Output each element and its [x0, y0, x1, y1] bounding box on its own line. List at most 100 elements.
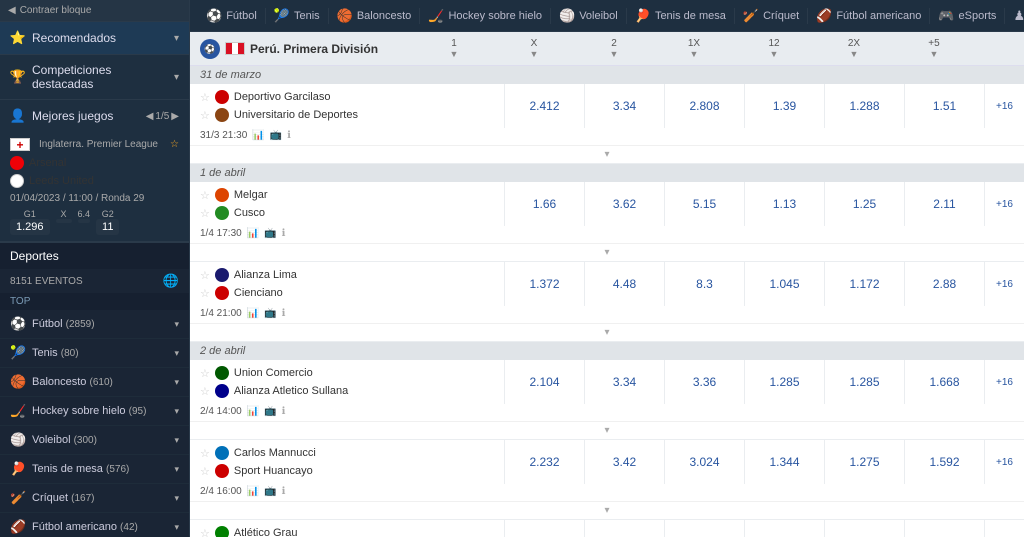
fav-star-icon[interactable]: ☆	[170, 139, 179, 150]
globe-icon[interactable]: 🌐	[163, 273, 179, 289]
nav-item-ajedrez[interactable]: ♟Ajedrez	[1005, 8, 1024, 24]
collapse-button[interactable]: ◀ Contraer bloque	[0, 0, 189, 22]
featured-odds-x[interactable]: X	[56, 209, 72, 235]
odds-cell[interactable]: 1.205	[824, 520, 904, 537]
tv-icon[interactable]: 📺	[264, 308, 276, 319]
more-odds-cell[interactable]: +16	[984, 262, 1024, 306]
fav-star-icon[interactable]: ☆	[200, 465, 210, 478]
info-icon[interactable]: ℹ	[282, 406, 286, 417]
tv-icon[interactable]: 📺	[270, 130, 282, 141]
tv-icon[interactable]: 📺	[264, 486, 276, 497]
odds-cell[interactable]: 3.024	[664, 440, 744, 484]
nav-item-tenis[interactable]: 🎾Tenis	[266, 8, 329, 24]
expand-row[interactable]: ▾	[190, 243, 1024, 261]
sidebar-item-fútbol[interactable]: ⚽ Fútbol (2859) ▾	[0, 310, 189, 339]
odds-cell[interactable]: 8.3	[664, 262, 744, 306]
expand-row[interactable]: ▾	[190, 323, 1024, 341]
odds-cell[interactable]: 1.66	[504, 182, 584, 226]
odds-cell[interactable]: 2.412	[504, 84, 584, 128]
nav-item-fútbol[interactable]: ⚽Fútbol	[198, 8, 266, 24]
pagination-arrows[interactable]: ◀ 1/5 ▶	[146, 111, 179, 122]
odds-cell[interactable]: 2.104	[504, 360, 584, 404]
fav-star-icon[interactable]: ☆	[200, 91, 210, 104]
sidebar-item-mejores[interactable]: 👤 Mejores juegos ◀ 1/5 ▶	[0, 100, 189, 132]
expand-row[interactable]: ▾	[190, 501, 1024, 519]
odds-cell[interactable]: 1.344	[744, 440, 824, 484]
nav-item-tenis-de-mesa[interactable]: 🏓Tenis de mesa	[627, 8, 735, 24]
fav-star-icon[interactable]: ☆	[200, 287, 210, 300]
sidebar-item-baloncesto[interactable]: 🏀 Baloncesto (610) ▾	[0, 368, 189, 397]
expand-row[interactable]: ▾	[190, 421, 1024, 439]
featured-odds-g1[interactable]: G1 1.296	[10, 209, 50, 235]
sidebar-item-fútbol-americano[interactable]: 🏈 Fútbol americano (42) ▾	[0, 513, 189, 537]
sidebar-item-hockey-sobre-hielo[interactable]: 🏒 Hockey sobre hielo (95) ▾	[0, 397, 189, 426]
chart-icon[interactable]: 📊	[252, 130, 264, 141]
sidebar-item-competiciones[interactable]: 🏆 Competiciones destacadas ▾	[0, 55, 189, 99]
sidebar-item-tenis-de-mesa[interactable]: 🏓 Tenis de mesa (576) ▾	[0, 455, 189, 484]
odds-cell[interactable]: 4.04	[584, 520, 664, 537]
odds-cell[interactable]: 2.11	[904, 182, 984, 226]
odds-cell[interactable]: 1.045	[744, 262, 824, 306]
fav-star-icon[interactable]: ☆	[200, 189, 210, 202]
odds-cell[interactable]: 2.88	[904, 262, 984, 306]
tv-icon[interactable]: 📺	[264, 228, 276, 239]
tv-icon[interactable]: 📺	[264, 406, 276, 417]
chart-icon[interactable]: 📊	[247, 228, 259, 239]
odds-cell[interactable]: 5.15	[664, 182, 744, 226]
expand-row[interactable]: ▾	[190, 145, 1024, 163]
fav-star-icon[interactable]: ☆	[200, 367, 210, 380]
chart-icon[interactable]: 📊	[247, 486, 259, 497]
info-icon[interactable]: ℹ	[282, 486, 286, 497]
nav-item-críquet[interactable]: 🏏Críquet	[735, 8, 808, 24]
odds-cell[interactable]: 1.668	[904, 360, 984, 404]
more-odds-cell[interactable]: +16	[984, 182, 1024, 226]
odds-cell[interactable]: 1.285	[824, 360, 904, 404]
nav-item-hockey-sobre-hielo[interactable]: 🏒Hockey sobre hielo	[420, 8, 551, 24]
chart-icon[interactable]: 📊	[247, 406, 259, 417]
sidebar-item-críquet[interactable]: 🏏 Críquet (167) ▾	[0, 484, 189, 513]
sidebar-item-tenis[interactable]: 🎾 Tenis (80) ▾	[0, 339, 189, 368]
odds-cell[interactable]: 1.275	[824, 440, 904, 484]
odds-cell[interactable]: 1.51	[904, 84, 984, 128]
odds-cell[interactable]: 1.285	[744, 360, 824, 404]
odds-cell[interactable]: 1.13	[744, 182, 824, 226]
nav-item-baloncesto[interactable]: 🏀Baloncesto	[329, 8, 421, 24]
more-odds-cell[interactable]: +16	[984, 440, 1024, 484]
odds-cell[interactable]: 4.48	[584, 262, 664, 306]
odds-cell[interactable]: 1.592	[904, 440, 984, 484]
odds-cell[interactable]: 1.372	[504, 262, 584, 306]
fav-star-icon[interactable]: ☆	[200, 109, 210, 122]
odds-cell[interactable]: 3.42	[584, 440, 664, 484]
odds-cell[interactable]: 1.11	[744, 520, 824, 537]
nav-item-fútbol-americano[interactable]: 🏈Fútbol americano	[808, 8, 930, 24]
odds-cell[interactable]: 1.542	[504, 520, 584, 537]
nav-item-voleibol[interactable]: 🏐Voleibol	[551, 8, 627, 24]
odds-cell[interactable]: 3.36	[664, 360, 744, 404]
featured-odds-g2[interactable]: G2 11	[96, 209, 119, 235]
odds-cell[interactable]: 1.25	[824, 182, 904, 226]
featured-odds-draw[interactable]: 6.4	[78, 209, 91, 235]
more-odds-cell[interactable]: +16	[984, 520, 1024, 537]
chart-icon[interactable]: 📊	[247, 308, 259, 319]
odds-cell[interactable]: 1.288	[824, 84, 904, 128]
fav-star-icon[interactable]: ☆	[200, 269, 210, 282]
odds-cell[interactable]: 5.7	[664, 520, 744, 537]
sidebar-item-voleibol[interactable]: 🏐 Voleibol (300) ▾	[0, 426, 189, 455]
info-icon[interactable]: ℹ	[282, 308, 286, 319]
fav-star-icon[interactable]: ☆	[200, 527, 210, 537]
more-odds-cell[interactable]: +16	[984, 84, 1024, 128]
odds-cell[interactable]: 2.232	[504, 440, 584, 484]
info-icon[interactable]: ℹ	[282, 228, 286, 239]
odds-cell[interactable]: 1.172	[824, 262, 904, 306]
odds-cell[interactable]: 3.62	[584, 182, 664, 226]
info-icon[interactable]: ℹ	[287, 130, 291, 141]
nav-item-esports[interactable]: 🎮eSports	[930, 8, 1005, 24]
fav-star-icon[interactable]: ☆	[200, 385, 210, 398]
odds-cell[interactable]: 2.342	[904, 520, 984, 537]
odds-cell[interactable]: 3.34	[584, 84, 664, 128]
more-odds-cell[interactable]: +16	[984, 360, 1024, 404]
odds-cell[interactable]: 3.34	[584, 360, 664, 404]
sidebar-item-recomendados[interactable]: ⭐ Recomendados ▾	[0, 22, 189, 54]
odds-cell[interactable]: 2.808	[664, 84, 744, 128]
fav-star-icon[interactable]: ☆	[200, 447, 210, 460]
